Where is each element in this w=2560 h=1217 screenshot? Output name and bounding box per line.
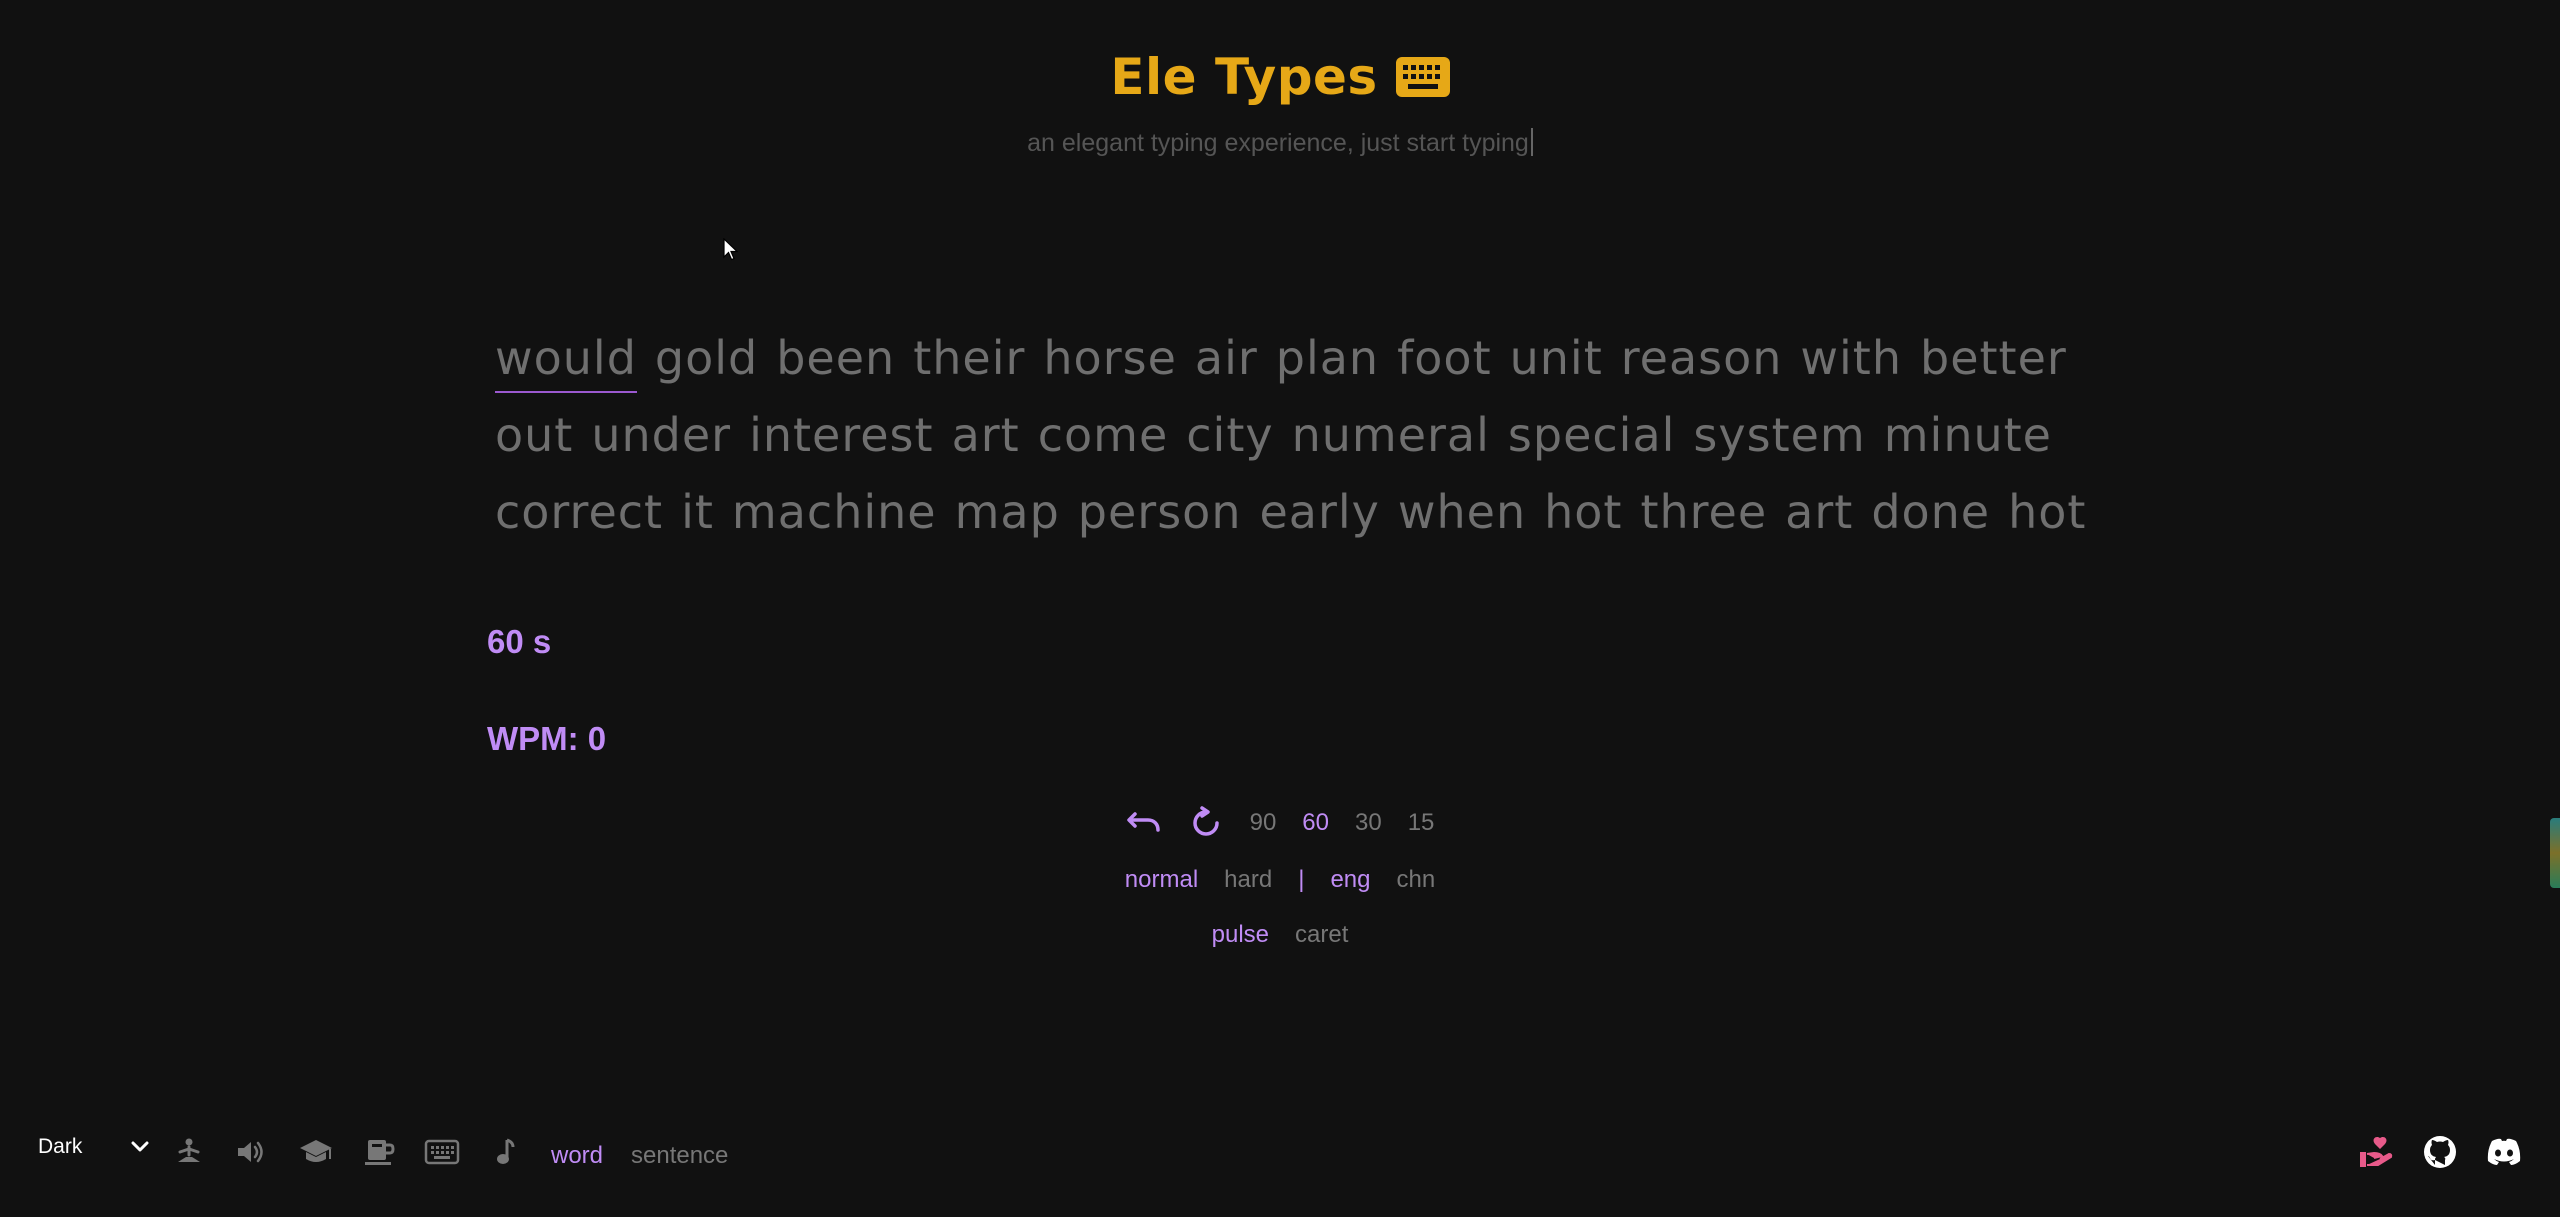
word: interest	[749, 408, 934, 462]
word: out	[495, 408, 574, 462]
word: minute	[1883, 408, 2052, 462]
word: plan	[1275, 331, 1380, 385]
mode-sentence[interactable]: sentence	[631, 1142, 728, 1170]
duration-option[interactable]: 60	[1289, 809, 1342, 837]
word: three	[1640, 485, 1768, 539]
word-line: correct it machine map person early when hot thr…	[495, 474, 2085, 551]
word: reason	[1620, 331, 1783, 385]
word: under	[591, 408, 732, 462]
word: hot	[1544, 485, 1623, 539]
timer-display: 60 s	[487, 623, 552, 660]
caret-pulse[interactable]: pulse	[1199, 921, 1282, 949]
word: art	[951, 408, 1020, 462]
mouse-pointer-icon	[723, 238, 739, 261]
word: better	[1920, 331, 2067, 385]
word: system	[1693, 408, 1866, 462]
word-line: would gold been their horse air plan foot unit re…	[495, 320, 2075, 397]
footer: Dark word sentence	[0, 1130, 2560, 1174]
subtitle: an elegant typing experience, just start…	[0, 128, 2560, 158]
music-note-icon[interactable]	[484, 1132, 526, 1172]
word: it	[681, 485, 714, 539]
word: unit	[1509, 331, 1603, 385]
keyboard-icon[interactable]	[421, 1132, 463, 1172]
theme-select[interactable]: Dark	[38, 1135, 150, 1159]
word: person	[1077, 485, 1242, 539]
word: their	[913, 331, 1026, 385]
word: special	[1507, 408, 1676, 462]
word: hot	[2008, 485, 2087, 539]
separator: |	[1298, 866, 1305, 893]
duration-option[interactable]: 30	[1342, 809, 1395, 837]
duration-option[interactable]: 90	[1237, 809, 1290, 837]
difficulty-normal[interactable]: normal	[1112, 866, 1211, 894]
word: when	[1397, 485, 1527, 539]
word: come	[1037, 408, 1169, 462]
difficulty-hard[interactable]: hard	[1211, 866, 1285, 894]
theme-select-value: Dark	[38, 1135, 83, 1158]
caret-caret[interactable]: caret	[1282, 921, 1361, 949]
difficulty-language-controls: normal hard | eng chn	[0, 866, 2560, 894]
typing-word-area[interactable]: would gold been their horse air plan foot unit re…	[495, 320, 2085, 551]
restart-icon[interactable]	[1182, 800, 1230, 846]
side-scroll-handle[interactable]	[2550, 818, 2560, 888]
word: early	[1259, 485, 1380, 539]
duration-controls: 90 60 30 15	[0, 800, 2560, 846]
caret-style-controls: pulse caret	[0, 921, 2560, 949]
language-eng[interactable]: eng	[1317, 866, 1383, 894]
word: foot	[1397, 331, 1492, 385]
undo-icon[interactable]	[1120, 800, 1168, 846]
word: been	[776, 331, 896, 385]
volume-icon[interactable]	[230, 1132, 272, 1172]
mode-word[interactable]: word	[551, 1142, 603, 1170]
word: air	[1194, 331, 1258, 385]
word: gold	[654, 331, 759, 385]
duration-option[interactable]: 15	[1395, 809, 1448, 837]
discord-icon[interactable]	[2482, 1130, 2526, 1174]
word: art	[1785, 485, 1854, 539]
word: with	[1800, 331, 1902, 385]
app-title-text: Ele Types	[1110, 48, 1378, 106]
keyboard-logo-icon	[1395, 57, 1450, 97]
current-word: would	[495, 325, 637, 393]
app-title: Ele Types	[1110, 48, 1450, 106]
language-chn[interactable]: chn	[1383, 866, 1448, 894]
word: city	[1186, 408, 1274, 462]
word-line: out under interest art come city numeral specia…	[495, 397, 2075, 474]
wpm-display: WPM: 0	[487, 720, 607, 757]
word: done	[1871, 485, 1991, 539]
chevron-down-icon	[131, 1141, 149, 1152]
word: horse	[1043, 331, 1177, 385]
word: map	[954, 485, 1060, 539]
subtitle-text: an elegant typing experience, just start…	[1027, 129, 1529, 157]
word: numeral	[1291, 408, 1490, 462]
zen-icon[interactable]	[168, 1132, 210, 1172]
word: machine	[731, 485, 937, 539]
coffee-icon[interactable]	[358, 1132, 400, 1172]
subtitle-caret	[1530, 128, 1533, 156]
graduation-cap-icon[interactable]	[295, 1132, 337, 1172]
word: correct	[495, 485, 664, 539]
header: Ele Types an elegant typing experience, …	[0, 48, 2560, 158]
donate-icon[interactable]	[2354, 1130, 2398, 1174]
github-icon[interactable]	[2418, 1130, 2462, 1174]
